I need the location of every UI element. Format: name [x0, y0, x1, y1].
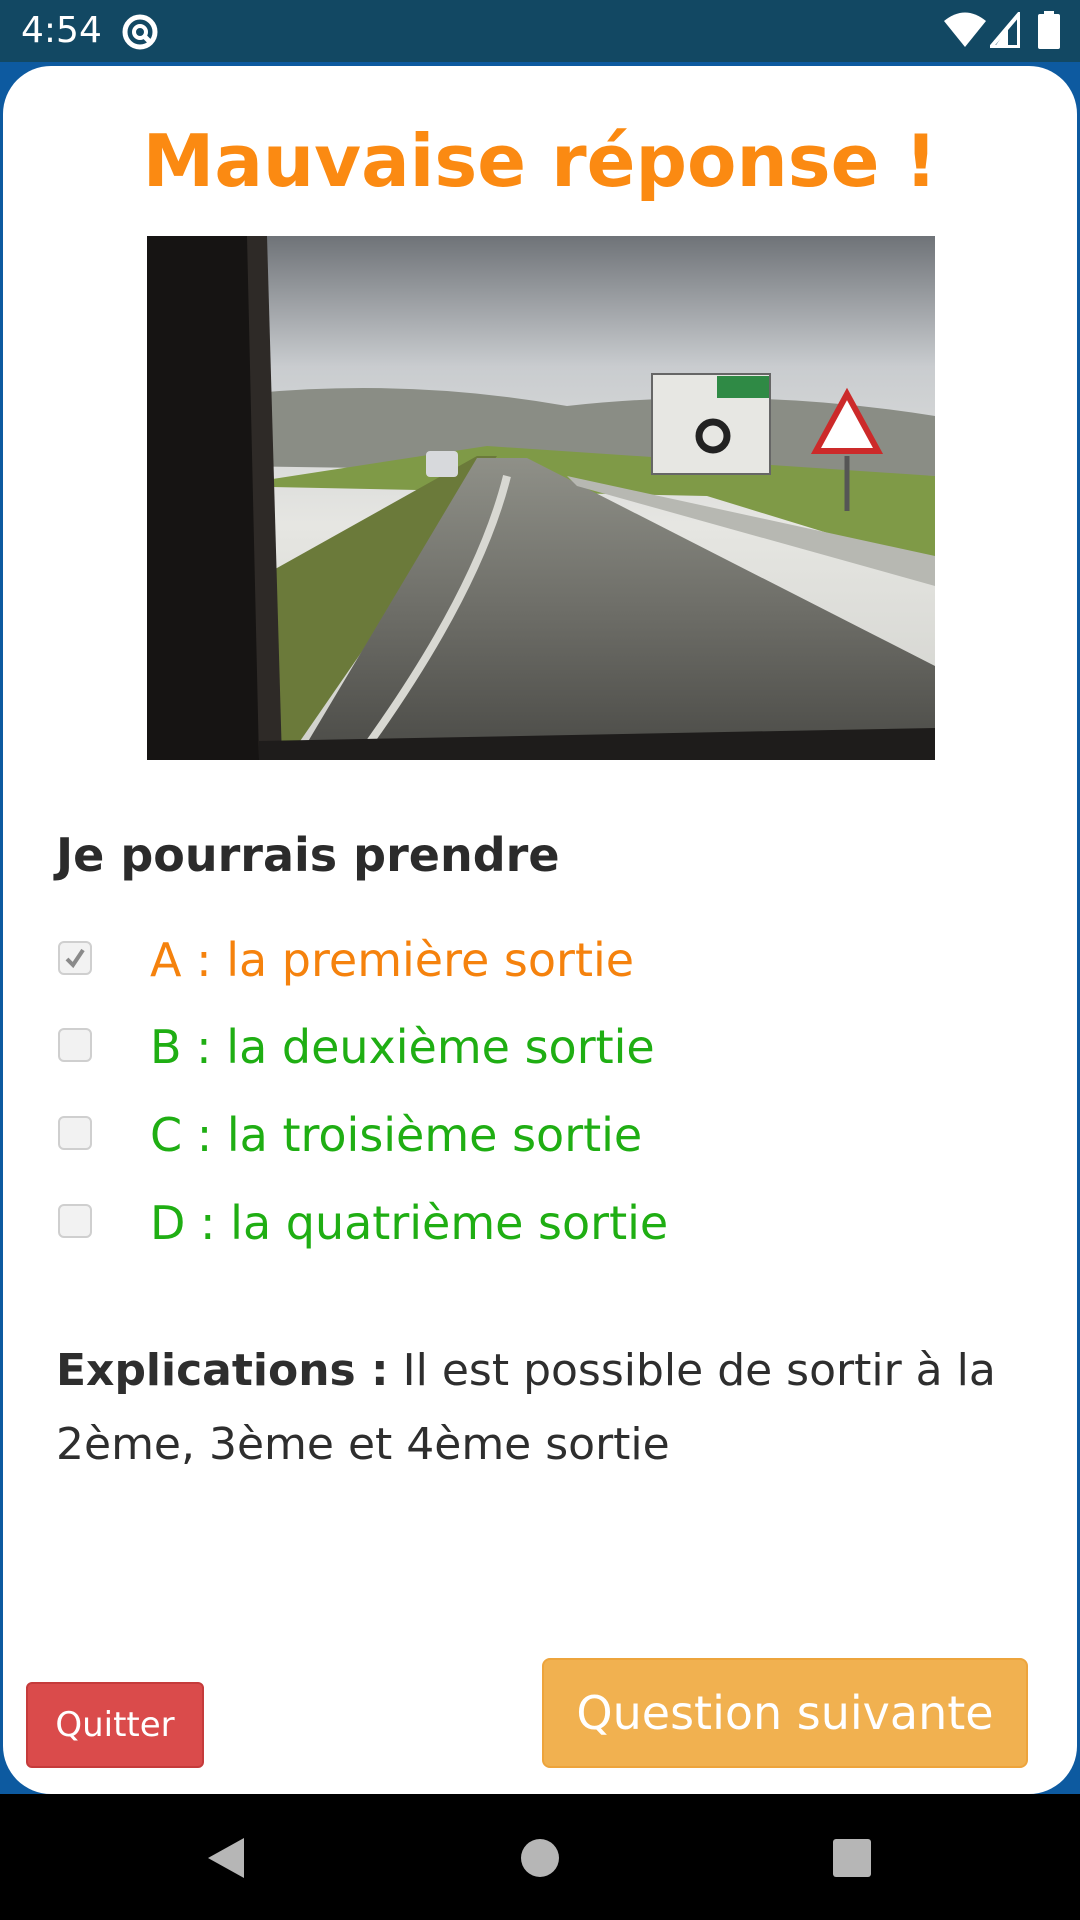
recents-icon[interactable] — [832, 1838, 872, 1878]
back-icon[interactable] — [206, 1836, 246, 1880]
explanation-label: Explications : — [56, 1345, 389, 1396]
quit-button[interactable]: Quitter — [26, 1682, 204, 1768]
status-bar: 4:54 — [0, 0, 1080, 62]
explanation: Explications : Il est possible de sortir… — [56, 1334, 1016, 1482]
answer-d-label: D : la quatrième sortie — [150, 1196, 669, 1250]
home-icon[interactable] — [520, 1838, 560, 1878]
answer-b-label: B : la deuxième sortie — [150, 1020, 655, 1074]
answer-d-checkbox[interactable] — [58, 1204, 92, 1238]
app-notification-icon — [122, 14, 158, 50]
next-question-button[interactable]: Question suivante — [542, 1658, 1028, 1768]
answer-c-checkbox[interactable] — [58, 1116, 92, 1150]
road-roundabout-photo — [147, 236, 935, 760]
answer-a-label: A : la première sortie — [150, 933, 635, 987]
checkmark-icon — [65, 948, 85, 969]
answer-b-checkbox[interactable] — [58, 1028, 92, 1062]
question-text: Je pourrais prendre — [56, 828, 560, 882]
wifi-icon — [944, 12, 986, 47]
status-time: 4:54 — [21, 10, 102, 51]
result-title: Mauvaise réponse ! — [142, 119, 938, 203]
answer-c-label: C : la troisième sortie — [150, 1108, 643, 1162]
signal-icon — [990, 12, 1020, 48]
answer-a-checkbox[interactable] — [58, 941, 92, 975]
battery-icon — [1038, 11, 1060, 49]
